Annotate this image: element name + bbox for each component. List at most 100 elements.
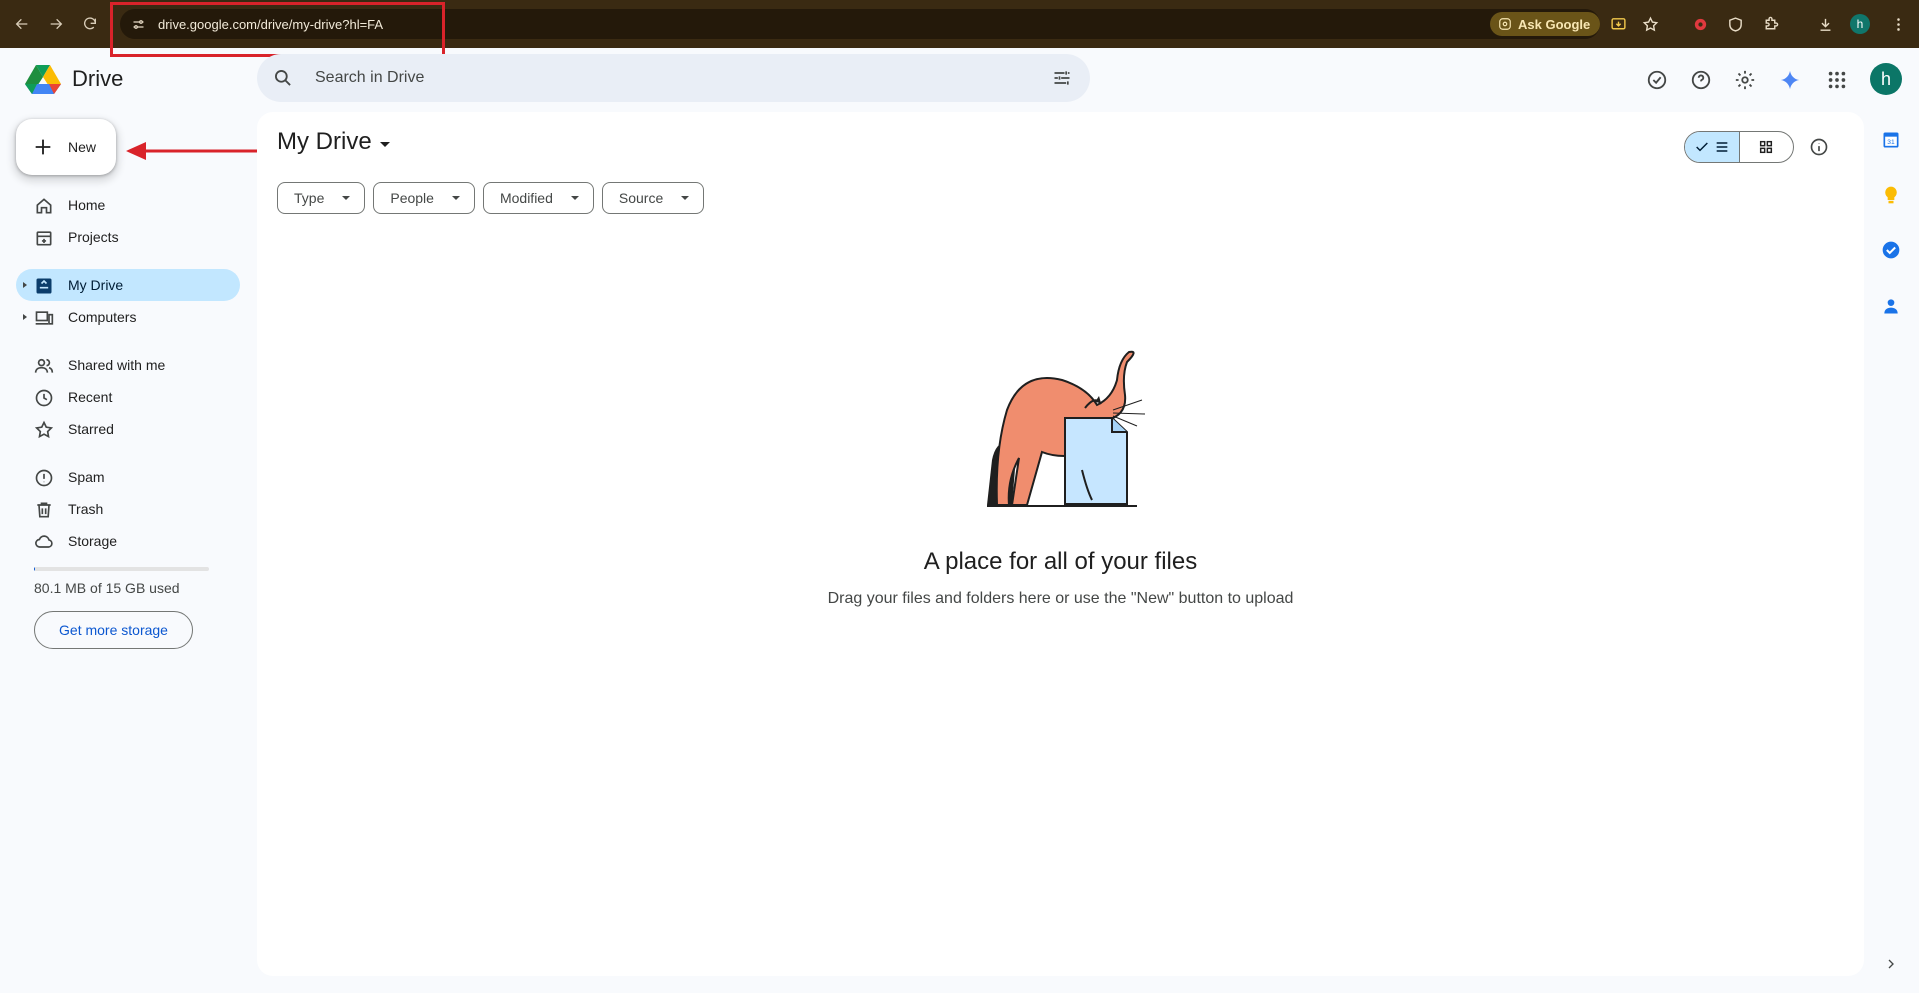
filter-label: Type — [294, 190, 325, 206]
sidebar-item-trash[interactable]: Trash — [16, 493, 240, 525]
empty-state-subtitle: Drag your files and folders here or use … — [827, 590, 1294, 607]
sidebar-item-spam[interactable]: Spam — [16, 461, 240, 493]
storage-usage-text: 80.1 MB of 15 GB used — [34, 580, 180, 596]
search-options-icon[interactable] — [1052, 68, 1072, 88]
downloads-icon[interactable] — [1813, 12, 1837, 36]
lens-icon — [1499, 18, 1511, 30]
clock-icon — [35, 389, 53, 407]
drive-logo[interactable]: Drive — [24, 62, 123, 96]
list-view-button[interactable] — [1685, 132, 1739, 162]
new-button-label: New — [68, 139, 97, 155]
search-bar[interactable] — [257, 54, 1090, 102]
forward-icon[interactable] — [44, 12, 68, 36]
address-bar[interactable]: drive.google.com/drive/my-drive?hl=FA — [120, 9, 1600, 39]
settings-gear-icon[interactable] — [1729, 64, 1761, 96]
back-icon[interactable] — [10, 12, 34, 36]
keep-icon[interactable] — [1879, 183, 1903, 207]
filter-label: Source — [618, 190, 664, 206]
dropdown-arrow-icon — [570, 196, 579, 200]
filter-people[interactable]: People — [373, 182, 475, 214]
install-app-icon[interactable] — [1606, 12, 1630, 36]
bookmark-star-icon[interactable] — [1638, 12, 1662, 36]
sidebar-item-label: Spam — [68, 469, 105, 485]
help-icon[interactable] — [1685, 64, 1717, 96]
check-icon — [1696, 142, 1708, 152]
sidebar-item-label: Computers — [68, 309, 137, 325]
cloud-icon — [35, 535, 53, 548]
apps-grid-icon[interactable] — [1821, 64, 1853, 96]
annotation-arrow — [126, 142, 272, 160]
trash-icon — [37, 502, 51, 518]
sidebar-item-storage[interactable]: Storage — [16, 525, 240, 557]
grid-view-icon — [1760, 140, 1773, 154]
contacts-icon[interactable] — [1879, 294, 1903, 318]
account-avatar[interactable]: h — [1870, 63, 1902, 95]
dropdown-arrow-icon — [451, 196, 460, 200]
browser-profile-avatar[interactable]: h — [1850, 14, 1870, 34]
sidebar-item-home[interactable]: Home — [16, 189, 240, 221]
my-drive-icon — [36, 278, 52, 294]
drive-header: Drive h — [0, 48, 1919, 112]
sidebar-item-recent[interactable]: Recent — [16, 381, 240, 413]
plus-icon — [35, 139, 51, 155]
tasks-icon[interactable] — [1879, 238, 1903, 262]
svg-text:31: 31 — [1887, 139, 1895, 146]
sidebar-item-projects[interactable]: Projects — [16, 221, 240, 253]
sidebar-item-label: Shared with me — [68, 357, 166, 373]
empty-state-title: A place for all of your files — [923, 548, 1198, 575]
sidebar-item-computers[interactable]: Computers — [16, 301, 240, 333]
star-icon — [34, 420, 54, 439]
reload-icon[interactable] — [78, 12, 102, 36]
new-button[interactable]: New — [16, 119, 116, 175]
view-details-icon[interactable] — [1807, 135, 1831, 159]
view-toggle — [1684, 131, 1794, 163]
empty-state-cat-illustration — [987, 350, 1146, 507]
ask-google-button[interactable]: Ask Google — [1490, 12, 1601, 36]
app-name: Drive — [72, 66, 124, 91]
dropdown-arrow-icon — [342, 196, 351, 200]
url-text[interactable]: drive.google.com/drive/my-drive?hl=FA — [158, 17, 383, 32]
shared-icon — [34, 358, 54, 373]
sidebar-item-my-drive[interactable]: My Drive — [16, 269, 240, 301]
main-content: My Drive Type People Modified Source A p… — [257, 112, 1864, 976]
extension-shield-icon[interactable] — [1723, 12, 1747, 36]
site-info-icon[interactable] — [124, 10, 152, 38]
sidebar-item-label: Trash — [68, 501, 104, 517]
storage-usage-bar — [34, 567, 209, 571]
sidebar-item-label: Home — [68, 197, 106, 213]
list-view-icon — [1716, 142, 1728, 152]
filter-label: Modified — [499, 190, 553, 206]
extensions-puzzle-icon[interactable] — [1758, 12, 1782, 36]
gemini-sparkle-icon[interactable] — [1774, 64, 1806, 96]
sidebar-item-label: My Drive — [68, 277, 124, 293]
computers-icon — [35, 311, 54, 325]
search-input[interactable] — [315, 69, 1015, 87]
expand-caret-icon[interactable] — [23, 314, 27, 320]
grid-view-button[interactable] — [1738, 132, 1793, 162]
browser-menu-icon[interactable] — [1886, 12, 1910, 36]
sidebar-item-label: Starred — [68, 421, 114, 437]
filter-type[interactable]: Type — [277, 182, 366, 214]
page-title-text: My Drive — [277, 128, 372, 155]
storage-usage-fill — [34, 567, 35, 571]
filter-modified[interactable]: Modified — [482, 182, 594, 214]
spam-icon — [35, 469, 53, 487]
extension-red-icon[interactable] — [1688, 12, 1712, 36]
home-icon — [36, 198, 52, 214]
title-dropdown-icon[interactable] — [379, 141, 390, 147]
expand-caret-icon[interactable] — [23, 282, 27, 288]
search-icon[interactable] — [273, 68, 293, 88]
ask-google-label: Ask Google — [1518, 16, 1591, 32]
chevron-right-icon[interactable] — [1883, 956, 1899, 972]
get-more-storage-button[interactable]: Get more storage — [34, 611, 193, 649]
sidebar-item-starred[interactable]: Starred — [16, 413, 240, 445]
dropdown-arrow-icon — [681, 196, 690, 200]
offline-ready-icon[interactable] — [1641, 64, 1673, 96]
drive-logo-icon — [25, 65, 61, 94]
sidebar-item-label: Recent — [68, 389, 113, 405]
calendar-icon[interactable]: 31 — [1879, 128, 1903, 152]
sidebar-item-label: Storage — [68, 533, 118, 549]
sidebar-item-shared-with-me[interactable]: Shared with me — [16, 349, 240, 381]
page-title[interactable]: My Drive — [277, 128, 390, 156]
filter-source[interactable]: Source — [601, 182, 705, 214]
